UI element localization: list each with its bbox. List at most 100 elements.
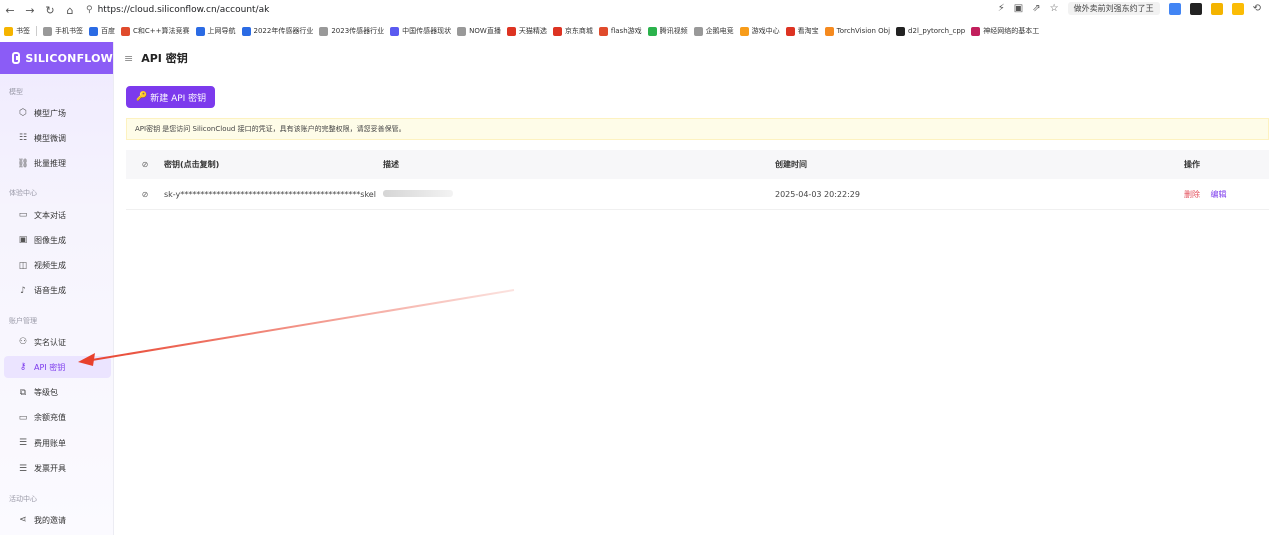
sidebar-item[interactable]: ⚷ API 密钥 (4, 356, 111, 379)
bookmark-item[interactable]: 神经网络的基本工 (971, 26, 1039, 36)
sidebar-section-label: 模型 (9, 88, 23, 96)
folder-icon[interactable] (1231, 2, 1244, 15)
notice-banner: API密钥 是您访问 SiliconCloud 接口的凭证，具有该账户的完整权限… (126, 118, 1269, 140)
bookmark-item[interactable]: 天猫精选 (506, 26, 547, 36)
bookmark-item[interactable]: 书签 (4, 26, 30, 36)
logo-icon (12, 52, 21, 64)
chat-icon: ▭ (18, 210, 28, 220)
bookmark-icon (971, 26, 981, 36)
sidebar-item[interactable]: ☷ 模型微调 (4, 127, 111, 149)
logo[interactable]: SILICONFLOW (0, 42, 113, 74)
sidebar-item[interactable]: ☰ 发票开具 (4, 458, 111, 480)
bookmark-item[interactable]: NOW直播 (457, 26, 501, 36)
eye-off-icon[interactable]: ⊘ (126, 190, 164, 199)
new-api-key-button[interactable]: 🔑 新建 API 密钥 (126, 86, 215, 108)
sidebar-item[interactable]: ☰ 费用账单 (4, 432, 111, 454)
sidebar-item[interactable]: ▭ 文本对话 (4, 204, 111, 226)
bookmark-label: 百度 (101, 27, 115, 35)
bookmark-item[interactable]: 游戏中心 (739, 26, 780, 36)
translate-icon[interactable] (1168, 2, 1181, 15)
batch-icon: ⛓ (17, 158, 29, 169)
sidebar-item[interactable]: ⧉ 等级包 (4, 382, 111, 404)
logo-text: SILICONFLOW (25, 51, 113, 65)
reload-icon[interactable]: ↻ (40, 4, 60, 17)
bookmark-icon (121, 26, 130, 36)
api-key-description (383, 189, 775, 199)
sidebar-item[interactable]: ▣ 图像生成 (4, 229, 111, 251)
bookmark-item[interactable]: 上网导航 (195, 26, 236, 36)
browser-actions: ⚡ ▣ ⇗ ☆ 做外卖前刘强东约了王 ⟲ (998, 2, 1261, 15)
bill-icon: ☰ (18, 438, 28, 449)
bookmark-icon (4, 26, 13, 36)
share-icon: ⋖ (19, 515, 27, 525)
bookmark-item[interactable]: d2l_pytorch_cpp (896, 26, 965, 36)
bookmark-label: TorchVision Obj (836, 27, 891, 35)
sidebar-item[interactable]: ⋖ 我的邀请 (4, 509, 111, 531)
bookmark-icon (43, 26, 52, 36)
bookmark-item[interactable]: 2022年传感器行业 (241, 26, 313, 36)
delete-link[interactable]: 删除 (1184, 190, 1200, 199)
sidebar-item-label: 批量推理 (34, 159, 66, 169)
screenshot-icon[interactable]: ▣ (1014, 3, 1023, 14)
column-header-desc: 描述 (383, 160, 399, 169)
bookmark-item[interactable]: 企鹅电竞 (693, 26, 734, 36)
sidebar-section-label: 体验中心 (9, 189, 37, 197)
bookmark-icon (598, 26, 608, 36)
column-header-created: 创建时间 (775, 160, 807, 169)
sidebar-item[interactable]: ◫ 视频生成 (4, 255, 111, 277)
bookmark-separator (36, 26, 37, 36)
sidebar-item-label: 图像生成 (34, 235, 66, 245)
puzzle-icon[interactable] (1210, 2, 1223, 15)
sidebar-item[interactable]: ⚇ 实名认证 (4, 331, 111, 353)
edit-link[interactable]: 编辑 (1211, 190, 1227, 199)
bookmark-item[interactable]: C和C++算法竞赛 (121, 26, 190, 36)
sidebar-item[interactable]: ▭ 余额充值 (4, 407, 111, 429)
bookmark-item[interactable]: 京东商城 (552, 26, 593, 36)
main-content: ≡ API 密钥 🔑 新建 API 密钥 API密钥 是您访问 SiliconC… (114, 42, 1269, 535)
cube-icon: ⬡ (19, 108, 27, 118)
bookmark-label: 看淘宝 (797, 27, 819, 35)
news-pill[interactable]: 做外卖前刘强东约了王 (1067, 2, 1160, 15)
sidebar-item-label: 我的邀请 (34, 515, 66, 525)
search-icon: ⚲ (86, 5, 93, 15)
back-icon[interactable]: ← (0, 4, 20, 17)
wallet-icon: ▭ (18, 412, 28, 423)
blurred-description (383, 189, 453, 197)
bookmark-label: C和C++算法竞赛 (133, 27, 190, 35)
menu-icon[interactable]: ≡ (124, 52, 133, 65)
lightning-icon[interactable]: ⚡ (998, 3, 1005, 14)
table-row: ⊘ sk-y**********************************… (126, 179, 1269, 210)
sync-icon[interactable]: ⟲ (1253, 3, 1261, 14)
home-icon[interactable]: ⌂ (60, 4, 80, 17)
star-icon[interactable]: ☆ (1050, 3, 1059, 14)
address-bar[interactable]: ⚲ https://cloud.siliconflow.cn/account/a… (86, 2, 956, 18)
bookmark-icon (195, 26, 205, 36)
bookmark-label: 手机书签 (55, 27, 83, 35)
eye-off-icon[interactable]: ⊘ (126, 160, 164, 169)
bookmark-icon (896, 26, 906, 36)
bookmark-item[interactable]: 百度 (89, 26, 115, 36)
sidebar-item[interactable]: ⬡ 模型广场 (4, 102, 111, 124)
sidebar: SILICONFLOW 模型 ⬡ 模型广场 ☷ 模型微调 ⛓ 批量推理体验中心 ▭ 文本对话 ▣ 图… (0, 42, 114, 535)
api-key-value[interactable]: sk-y************************************… (164, 190, 383, 199)
sidebar-item-label: 发票开具 (34, 464, 66, 473)
column-header-key: 密钥(点击复制) (164, 160, 220, 169)
bookmark-item[interactable]: 2023传感器行业 (319, 26, 384, 36)
bookmark-icon (457, 26, 467, 36)
extension-icon[interactable] (1189, 2, 1202, 15)
forward-icon[interactable]: → (20, 4, 40, 17)
share-icon[interactable]: ⇗ (1032, 3, 1040, 14)
url-text: https://cloud.siliconflow.cn/account/ak (97, 5, 270, 15)
sidebar-item-label: 文本对话 (34, 210, 66, 220)
sidebar-item[interactable]: ♪ 语音生成 (4, 280, 111, 302)
bookmark-item[interactable]: 中国传感器现状 (390, 26, 451, 36)
bookmark-item[interactable]: TorchVision Obj (824, 26, 891, 36)
bookmark-item[interactable]: 腾讯视频 (647, 26, 688, 36)
sidebar-item-label: 语音生成 (34, 286, 66, 296)
bookmark-item[interactable]: flash游戏 (598, 26, 642, 36)
user-check-icon: ⚇ (18, 337, 28, 347)
bookmark-icon (693, 26, 703, 36)
bookmark-item[interactable]: 手机书签 (43, 26, 83, 36)
sidebar-item[interactable]: ⛓ 批量推理 (4, 153, 111, 175)
bookmark-item[interactable]: 看淘宝 (785, 26, 819, 36)
